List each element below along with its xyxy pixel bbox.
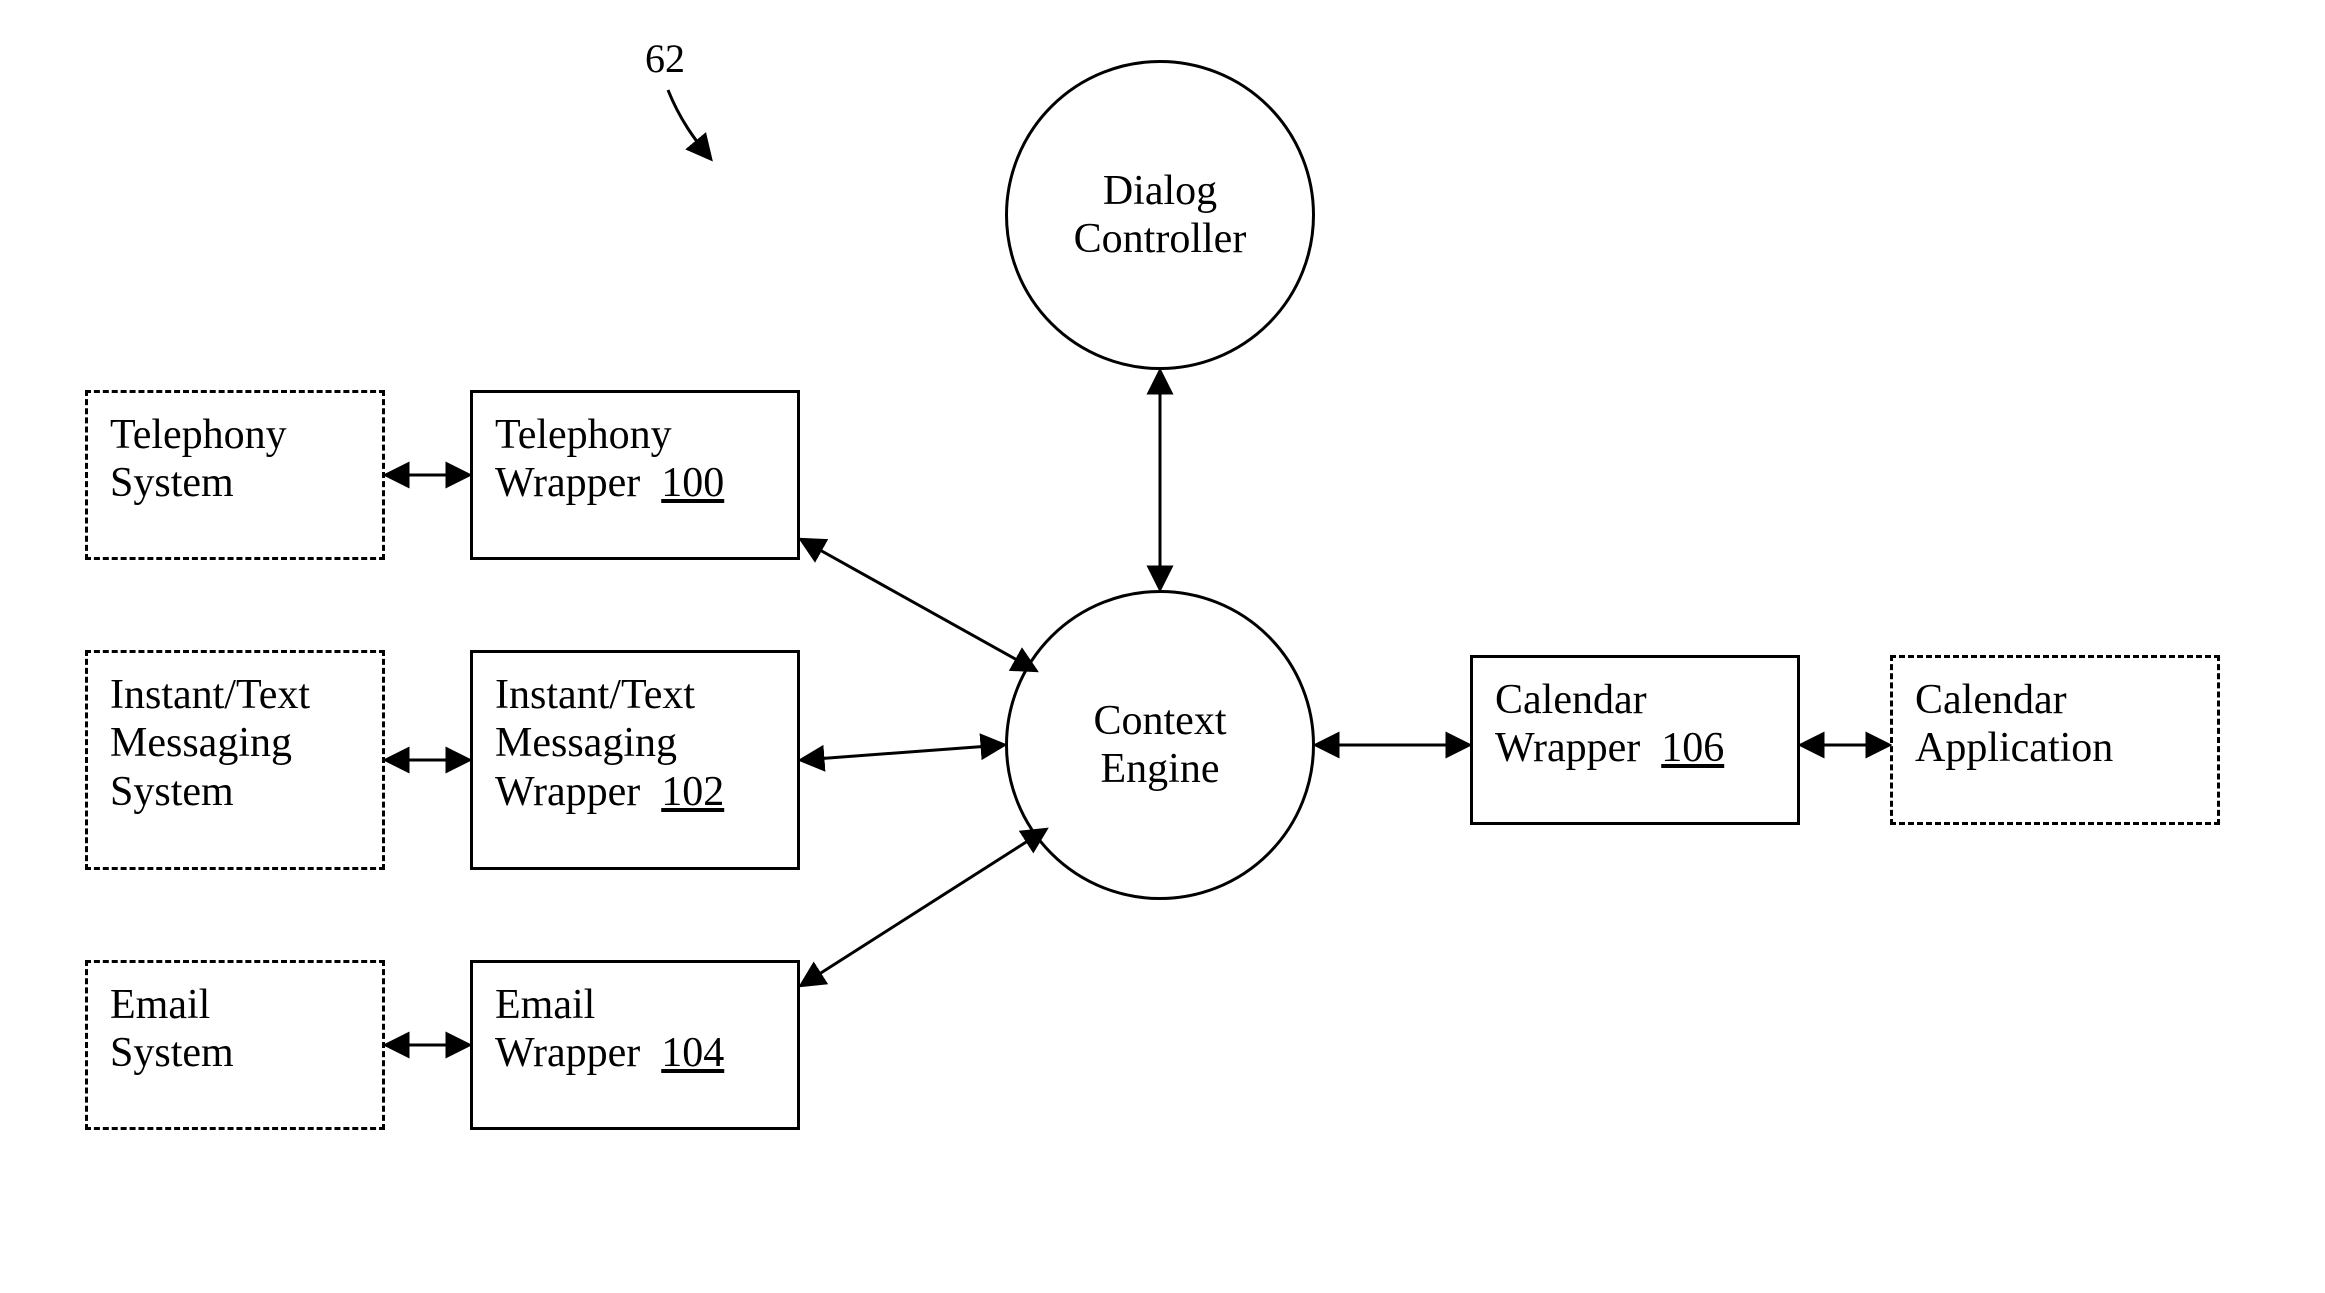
- telephony-wrapper-text: Telephony Wrapper: [495, 412, 672, 506]
- connector-telwrap-context: [802, 540, 1035, 670]
- calendar-wrapper-text: Calendar Wrapper: [1495, 677, 1647, 771]
- node-email-wrapper: Email Wrapper 104: [470, 960, 800, 1130]
- calendar-application-label: Calendar Application: [1915, 676, 2195, 773]
- node-context-engine: Context Engine: [1005, 590, 1315, 900]
- messaging-system-label: Instant/Text Messaging System: [110, 671, 360, 816]
- node-calendar-application: Calendar Application: [1890, 655, 2220, 825]
- node-calendar-wrapper: Calendar Wrapper 106: [1470, 655, 1800, 825]
- node-messaging-system: Instant/Text Messaging System: [85, 650, 385, 870]
- connector-msgwrap-context: [802, 745, 1003, 760]
- dialog-controller-label: Dialog Controller: [1074, 167, 1247, 264]
- figure-reference-text: 62: [645, 36, 685, 81]
- telephony-system-label: Telephony System: [110, 411, 360, 508]
- email-wrapper-ref: 104: [661, 1030, 724, 1076]
- node-telephony-system: Telephony System: [85, 390, 385, 560]
- figure-pointer-arrow: [668, 90, 710, 158]
- messaging-wrapper-ref: 102: [661, 769, 724, 815]
- context-engine-label: Context Engine: [1094, 697, 1227, 794]
- telephony-wrapper-ref: 100: [661, 460, 724, 506]
- email-system-label: Email System: [110, 981, 360, 1078]
- node-telephony-wrapper: Telephony Wrapper 100: [470, 390, 800, 560]
- node-email-system: Email System: [85, 960, 385, 1130]
- diagram-stage: 62 Dialog Controller Context Engine Tele…: [0, 0, 2325, 1293]
- email-wrapper-text: Email Wrapper: [495, 982, 640, 1076]
- calendar-wrapper-ref: 106: [1661, 725, 1724, 771]
- figure-reference-label: 62: [645, 35, 685, 82]
- connector-emailwrap-context: [802, 830, 1045, 985]
- node-dialog-controller: Dialog Controller: [1005, 60, 1315, 370]
- node-messaging-wrapper: Instant/Text Messaging Wrapper 102: [470, 650, 800, 870]
